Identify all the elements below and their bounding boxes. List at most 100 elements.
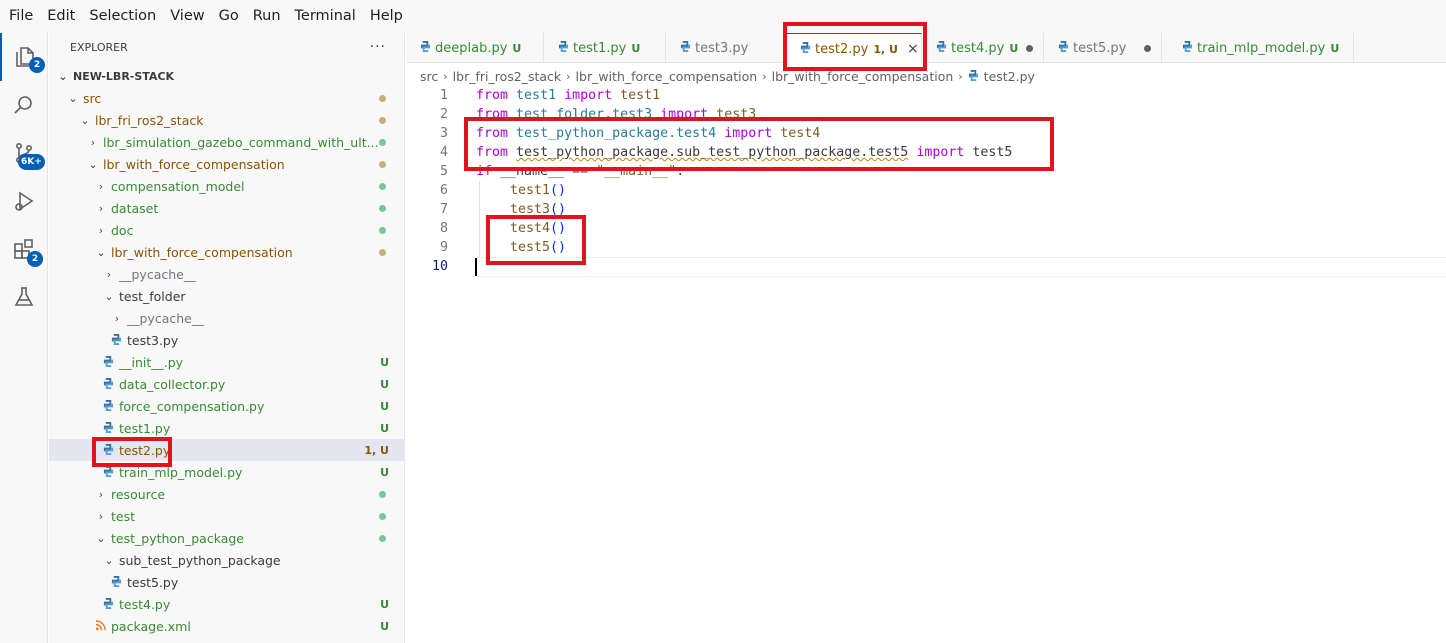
- git-status-dot: [379, 248, 386, 256]
- folder-item[interactable]: › test: [49, 505, 404, 527]
- folder-item[interactable]: ⌄ src: [49, 87, 404, 109]
- run-debug-activity-button[interactable]: [0, 177, 48, 225]
- line-number: 4: [439, 145, 448, 160]
- folder-item[interactable]: › compensation_model: [49, 175, 404, 197]
- git-status: U: [380, 619, 389, 633]
- file-item[interactable]: data_collector.py U: [49, 373, 404, 395]
- file-item[interactable]: force_compensation.py U: [49, 395, 404, 417]
- folder-item[interactable]: › lbr_simulation_gazebo_command_with_ult.…: [49, 131, 404, 153]
- tree-item-label: test_folder: [119, 288, 186, 304]
- breadcrumb: src › lbr_fri_ros2_stack › lbr_with_force_…: [420, 68, 1035, 84]
- python-file-icon: [111, 575, 123, 590]
- folder-item[interactable]: › dataset: [49, 197, 404, 219]
- menu-run[interactable]: Run: [246, 0, 288, 33]
- tree-item-label: compensation_model: [111, 178, 245, 194]
- menu-bar: File Edit Selection View Go Run Terminal…: [0, 0, 1446, 33]
- breadcrumb-item[interactable]: src: [420, 69, 438, 84]
- code-line-1: from test1 import test1: [476, 88, 661, 103]
- chevron-right-icon: ›: [98, 223, 104, 237]
- line-number: 9: [439, 240, 448, 255]
- workspace-root[interactable]: ⌄ NEW-LBR-STACK: [49, 65, 404, 87]
- tree-item-label: doc: [111, 222, 134, 238]
- git-status-dot: [379, 534, 386, 542]
- folder-item[interactable]: › __pycache__: [49, 263, 404, 285]
- menu-file[interactable]: File: [2, 0, 40, 33]
- file-item[interactable]: test1.py U: [49, 417, 404, 439]
- explorer-badge: 2: [29, 57, 45, 73]
- python-file-icon: [1058, 40, 1069, 56]
- code-line-6: test1(): [510, 183, 567, 198]
- tab-test1[interactable]: test1.py U: [544, 33, 666, 63]
- tree-item-label: __pycache__: [119, 266, 197, 282]
- file-item[interactable]: test4.py U: [49, 593, 404, 615]
- folder-item[interactable]: › doc: [49, 219, 404, 241]
- git-status-dot: [379, 204, 386, 212]
- folder-item[interactable]: ⌄ test_python_package: [49, 527, 404, 549]
- menu-selection[interactable]: Selection: [82, 0, 163, 33]
- folder-item[interactable]: ⌄ test_folder: [49, 285, 404, 307]
- chevron-right-icon: ›: [98, 487, 104, 501]
- python-file-icon: [103, 399, 115, 414]
- python-file-icon: [103, 355, 115, 370]
- rss-file-icon: [95, 619, 107, 634]
- menu-terminal[interactable]: Terminal: [288, 0, 363, 33]
- unsaved-dot-icon: [1144, 45, 1151, 52]
- chevron-right-icon: ›: [98, 179, 104, 193]
- folder-item[interactable]: ⌄ sub_test_python_package: [49, 549, 404, 571]
- menu-view[interactable]: View: [163, 0, 211, 33]
- menu-edit[interactable]: Edit: [40, 0, 82, 33]
- breadcrumb-item[interactable]: lbr_with_force_compensation: [576, 69, 758, 84]
- line-number: 7: [439, 202, 448, 217]
- file-item[interactable]: test5.py: [49, 571, 404, 593]
- tab-test5[interactable]: test5.py: [1044, 33, 1162, 63]
- highlight-box-import-lines: [464, 117, 1054, 171]
- tree-item-label: resource: [111, 486, 166, 502]
- menu-go[interactable]: Go: [212, 0, 246, 33]
- tab-train-mlp-model[interactable]: train_mlp_model.py U: [1162, 33, 1354, 63]
- line-number: 8: [439, 221, 448, 236]
- line-number: 1: [439, 88, 448, 103]
- tab-test4[interactable]: test4.py U: [922, 33, 1044, 63]
- file-item[interactable]: test3.py: [49, 329, 404, 351]
- breadcrumb-item[interactable]: lbr_fri_ros2_stack: [453, 69, 561, 84]
- folder-item[interactable]: › resource: [49, 483, 404, 505]
- git-status: U: [380, 597, 389, 611]
- tree-item-label: test5.py: [127, 574, 179, 590]
- tree-item-label: __pycache__: [127, 310, 205, 326]
- git-status: 1, U: [364, 443, 389, 457]
- tree-item-label: test1.py: [119, 420, 171, 436]
- git-status: U: [380, 399, 389, 413]
- tree-item-label: test3.py: [127, 332, 179, 348]
- folder-item[interactable]: ⌄ lbr_with_force_compensation: [49, 241, 404, 263]
- git-status-dot: [379, 116, 386, 124]
- folder-item[interactable]: ⌄ lbr_with_force_compensation: [49, 153, 404, 175]
- file-item[interactable]: __init__.py U: [49, 351, 404, 373]
- menu-help[interactable]: Help: [363, 0, 410, 33]
- more-actions-icon[interactable]: ···: [370, 39, 386, 55]
- current-line-highlight: [472, 257, 1446, 277]
- folder-item[interactable]: ⌄ lbr_fri_ros2_stack: [49, 109, 404, 131]
- chevron-right-icon: ›: [98, 509, 104, 523]
- breadcrumb-file[interactable]: test2.py: [984, 69, 1035, 84]
- search-activity-button[interactable]: [0, 81, 48, 129]
- flask-icon: [14, 287, 34, 306]
- source-control-activity-button[interactable]: 6K+: [0, 129, 48, 177]
- explorer-header: EXPLORER ···: [49, 33, 404, 61]
- tree-item-label: dataset: [111, 200, 159, 216]
- git-status: U: [380, 377, 389, 391]
- folder-item[interactable]: › __pycache__: [49, 307, 404, 329]
- git-status-dot: [379, 160, 386, 168]
- testing-activity-button[interactable]: [0, 273, 48, 321]
- tree-item-label: lbr_with_force_compensation: [111, 244, 293, 260]
- tab-deeplab[interactable]: deeplab.py U: [406, 33, 544, 63]
- tree-item-label: package.xml: [111, 618, 191, 634]
- highlight-box-test2-file: [92, 437, 172, 467]
- tab-test3[interactable]: test3.py: [666, 33, 786, 63]
- git-status: U: [380, 421, 389, 435]
- explorer-activity-button[interactable]: 2: [0, 33, 48, 81]
- highlight-box-active-tab: [783, 22, 927, 71]
- file-item[interactable]: package.xml U: [49, 615, 404, 637]
- git-status-dot: [379, 138, 386, 146]
- extensions-activity-button[interactable]: 2: [0, 225, 48, 273]
- line-number: 10: [431, 259, 448, 274]
